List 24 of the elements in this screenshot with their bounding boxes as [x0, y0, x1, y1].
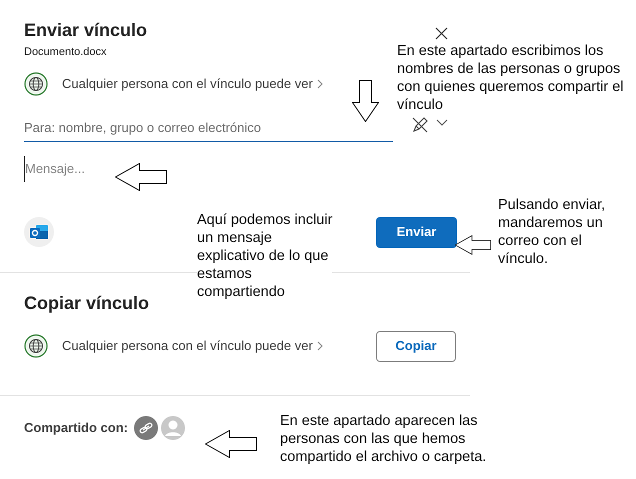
- left-arrow-icon: [205, 430, 257, 458]
- chevron-down-icon[interactable]: [436, 119, 448, 127]
- permission-link[interactable]: Cualquier persona con el vínculo puede ver: [62, 336, 323, 356]
- file-name: Documento.docx: [24, 45, 107, 60]
- globe-icon: [24, 72, 48, 96]
- chevron-right-icon: [316, 341, 323, 351]
- chevron-right-icon: [316, 78, 323, 88]
- link-avatar-icon: [134, 416, 158, 440]
- person-avatar-icon: [161, 416, 185, 440]
- shared-with-label: Compartido con:: [24, 418, 128, 437]
- left-arrow-icon: [115, 163, 167, 191]
- recipient-field[interactable]: Para: nombre, grupo o correo electrónico: [24, 114, 393, 142]
- copy-button[interactable]: Copiar: [376, 330, 456, 362]
- globe-icon: [24, 334, 48, 358]
- annotation-text: En este apartado aparecen las personas con las que hemos compartido el archivo o carpeta.: [280, 412, 486, 466]
- mail-app-icon: [24, 217, 54, 247]
- annotation-text: Aquí podemos incluir un mensaje explicativo de lo que estamos compartiendo: [197, 211, 332, 301]
- pen-icon[interactable]: [411, 116, 429, 134]
- send-button[interactable]: Enviar: [376, 216, 457, 248]
- close-icon[interactable]: [435, 27, 448, 40]
- permission-link[interactable]: Cualquier persona con el vínculo puede ver: [62, 74, 323, 94]
- dialog-title: Enviar vínculo: [24, 19, 148, 42]
- down-arrow-icon: [352, 80, 379, 122]
- section-title: Copiar vínculo: [24, 292, 150, 314]
